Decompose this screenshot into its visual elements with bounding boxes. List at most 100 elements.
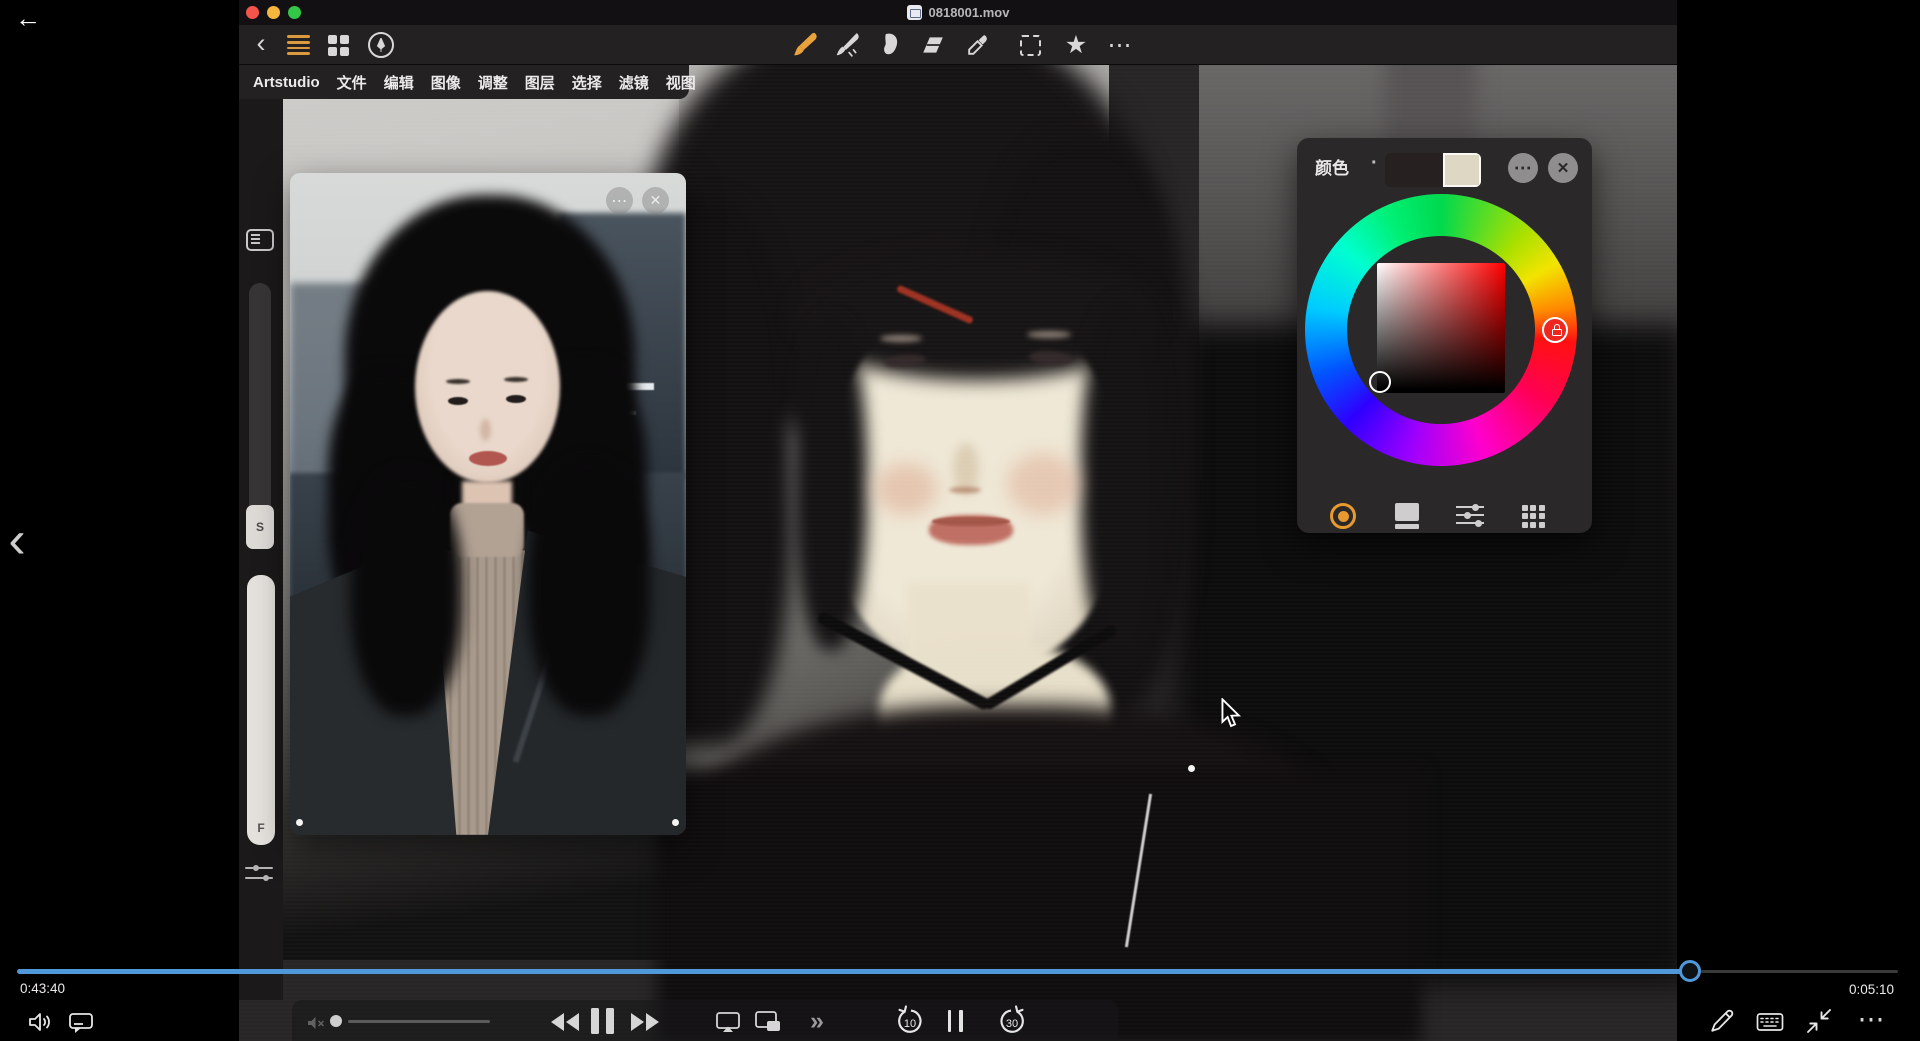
ellipsis-icon: ⋯ (1107, 31, 1133, 59)
volume-slider-track[interactable] (348, 1020, 490, 1023)
timeline-scrubber[interactable] (1679, 960, 1701, 982)
hue-selector-knob[interactable] (1542, 317, 1568, 343)
toolbar-back-button[interactable]: ‹ (245, 25, 277, 65)
player-stage: ← ‹ 0818001.mov ‹ ★ ⋯ Artstudio 文件 编辑 图像… (0, 0, 1920, 1041)
ellipsis-icon: ⋯ (1513, 157, 1533, 178)
tab-palette-grid[interactable] (1507, 490, 1559, 542)
reference-image-panel[interactable]: ⋯ ✕ (290, 173, 686, 835)
chevron-left-icon: ‹ (8, 511, 26, 569)
subtitles-button[interactable] (66, 1010, 96, 1036)
smudge-tool-button[interactable] (869, 25, 909, 65)
keyboard-button[interactable] (1754, 1009, 1786, 1035)
secondary-color-swatch[interactable] (1443, 153, 1481, 187)
color-panel-title: 颜色 (1315, 159, 1349, 178)
brush-tool-button[interactable] (785, 25, 825, 65)
lock-icon-body (1551, 329, 1562, 336)
ellipsis-icon: ⋯ (611, 192, 628, 210)
exit-fullscreen-button[interactable] (1803, 1007, 1835, 1035)
gallery-button[interactable] (319, 25, 357, 65)
volume-button[interactable] (26, 1008, 56, 1036)
volume-slider-handle[interactable] (330, 1015, 342, 1027)
timeline-progress[interactable] (17, 969, 1690, 974)
color-panel: 颜色 · ⋯ ✕ (1297, 138, 1592, 533)
hamburger-icon (286, 35, 310, 55)
photo-shape (504, 377, 528, 382)
pause-bar (605, 1008, 614, 1034)
previous-chevron-button[interactable]: ‹ (0, 508, 34, 572)
annotate-button[interactable] (1706, 1006, 1738, 1036)
wheel-tab-icon (1330, 503, 1356, 529)
smudge-finger-icon (884, 33, 898, 55)
ellipsis-icon: ⋯ (1857, 1003, 1887, 1034)
favorites-button[interactable]: ★ (1056, 25, 1096, 65)
paintbrush-icon (794, 32, 817, 56)
photo-shape (450, 503, 524, 557)
chevron-left-icon: ‹ (256, 27, 266, 58)
menu-edit[interactable]: 编辑 (384, 72, 414, 93)
timeline-remaining[interactable] (1701, 970, 1898, 973)
airplay-button[interactable] (713, 1009, 743, 1035)
skip-forward-30-button[interactable]: 30 (997, 1004, 1027, 1036)
pause-bar (947, 1010, 951, 1032)
artstudio-menubar: Artstudio 文件 编辑 图像 调整 图层 选择 滤镜 视图 (239, 65, 696, 99)
fast-forward-button[interactable] (628, 1010, 662, 1034)
window-title: 0818001.mov (928, 5, 1010, 20)
wet-brush-tool-button[interactable] (827, 25, 867, 65)
photo-shape (506, 395, 526, 403)
reference-more-button[interactable]: ⋯ (606, 187, 633, 214)
resize-handle[interactable] (296, 819, 303, 826)
more-controls-button[interactable]: » (802, 1006, 832, 1036)
speaker-icon (29, 1013, 50, 1031)
color-panel-close-button[interactable]: ✕ (1548, 153, 1578, 183)
menu-button[interactable] (279, 25, 317, 65)
window-title-wrap: 0818001.mov (239, 0, 1677, 25)
menu-file[interactable]: 文件 (337, 72, 367, 93)
brush-size-slider-handle[interactable]: S (246, 505, 274, 549)
eyedropper-tool-button[interactable] (957, 25, 997, 65)
rewind-button[interactable] (548, 1010, 582, 1034)
artstudio-toolbar: ‹ ★ ⋯ (239, 25, 1677, 65)
pencil-icon (1711, 1009, 1734, 1032)
tab-swatch-book[interactable] (1381, 490, 1433, 542)
pip-button[interactable] (753, 1009, 783, 1035)
menu-image[interactable]: 图像 (431, 72, 461, 93)
menu-artstudio[interactable]: Artstudio (253, 74, 320, 91)
grid-icon (327, 34, 349, 56)
mute-button[interactable] (305, 1013, 327, 1033)
sv-cursor[interactable] (1369, 371, 1391, 393)
swatch-tab-icon (1395, 503, 1419, 529)
menu-adjust[interactable]: 调整 (478, 72, 508, 93)
wet-brush-icon (836, 33, 859, 57)
tab-sliders[interactable] (1444, 490, 1496, 542)
player-more-button[interactable]: ⋯ (1850, 1002, 1894, 1036)
brush-flow-slider[interactable]: F (247, 575, 275, 845)
more-tools-button[interactable]: ⋯ (1100, 25, 1140, 65)
center-pause-button[interactable] (944, 1008, 966, 1034)
tab-color-wheel[interactable] (1317, 490, 1369, 542)
quick-tool-button[interactable] (361, 25, 401, 65)
photo-shape (350, 471, 462, 716)
eyedropper-icon (967, 34, 987, 55)
primary-color-swatch[interactable] (1385, 153, 1443, 187)
selection-tool-button[interactable] (1010, 25, 1050, 65)
menu-layer[interactable]: 图层 (525, 72, 555, 93)
resize-handle[interactable] (672, 819, 679, 826)
color-swatch-pair[interactable] (1385, 153, 1481, 187)
menu-filter[interactable]: 滤镜 (619, 72, 649, 93)
back-button[interactable]: ← (10, 2, 46, 34)
color-panel-more-button[interactable]: ⋯ (1508, 153, 1538, 183)
video-window: 0818001.mov ‹ ★ ⋯ Artstudio 文件 编辑 图像 调整 … (239, 0, 1677, 1041)
close-icon: ✕ (649, 192, 662, 208)
eraser-tool-button[interactable] (913, 25, 953, 65)
saturation-value-square[interactable] (1377, 263, 1505, 393)
reference-close-button[interactable]: ✕ (642, 187, 669, 214)
sidebar-panel-icon[interactable] (246, 229, 274, 251)
slider-settings-icon[interactable] (245, 865, 275, 883)
photo-shape (480, 419, 491, 441)
skip-back-10-button[interactable]: 10 (895, 1004, 925, 1036)
menu-select[interactable]: 选择 (572, 72, 602, 93)
pause-button[interactable] (587, 1006, 617, 1036)
grid-tab-icon (1521, 504, 1545, 528)
menu-view[interactable]: 视图 (666, 72, 696, 93)
star-icon: ★ (1064, 30, 1088, 59)
